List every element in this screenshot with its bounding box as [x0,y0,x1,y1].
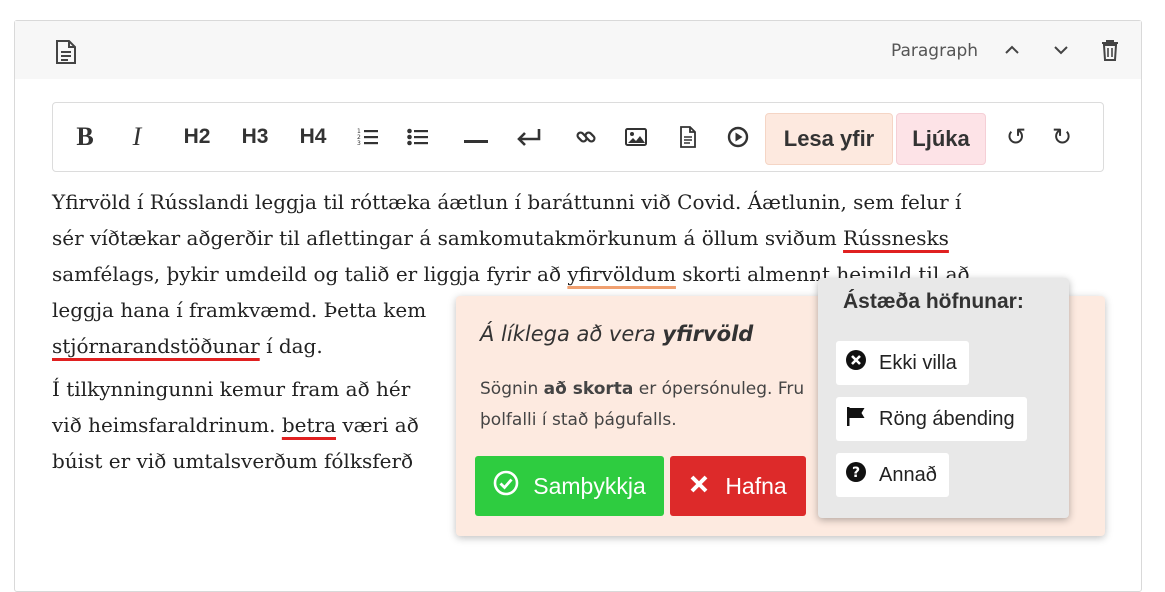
reason-label: Ekki villa [879,351,957,374]
suggestion-title: Á líklega að vera yfirvöld [480,322,754,346]
block-header: Paragraph [15,21,1141,79]
bold-button[interactable]: B [71,103,99,171]
accept-button[interactable]: Samþykkja [475,456,664,516]
reject-button[interactable]: Hafna [670,456,806,516]
question-circle-icon: ? [845,461,867,489]
reason-label: Röng ábending [879,407,1015,430]
undo-button[interactable]: ↺ [1003,103,1029,171]
spelling-error[interactable]: Rússnesks [843,226,949,250]
chevron-up-icon[interactable] [999,37,1025,63]
chevron-down-icon[interactable] [1048,37,1074,63]
svg-text:?: ? [852,465,860,481]
suggested-word: yfirvöld [662,322,754,346]
file-icon[interactable] [675,103,701,171]
line-break-icon[interactable] [515,103,543,171]
reason-wrong-hint[interactable]: Röng ábending [836,397,1027,441]
spelling-error[interactable]: betra [282,413,336,437]
grammar-suggestion-target[interactable]: yfirvöldum [567,262,676,286]
horizontal-rule-icon[interactable] [463,103,489,171]
flag-icon [845,405,867,433]
rejection-reasons-title: Ástæða höfnunar: [843,290,1024,313]
h3-button[interactable]: H3 [235,103,275,171]
reason-label: Annað [879,463,937,486]
proofread-button[interactable]: Lesa yfir [765,113,893,165]
svg-text:3: 3 [357,140,361,147]
accept-label: Samþykkja [533,472,646,499]
reason-not-error[interactable]: Ekki villa [836,341,969,385]
finish-button[interactable]: Ljúka [896,113,986,165]
video-icon[interactable] [725,103,751,171]
spelling-error[interactable]: stjórnarandstöðunar [52,334,260,358]
check-circle-icon [493,470,519,502]
rejection-reasons-menu: Ástæða höfnunar: Ekki villa Röng ábendin… [818,278,1069,518]
bullet-list-icon[interactable] [405,103,431,171]
editor-toolbar: B I H2 H3 H4 123 Lesa yfir Ljúka ↺ ↻ [52,102,1104,172]
h4-button[interactable]: H4 [293,103,333,171]
italic-button[interactable]: I [123,103,151,171]
ordered-list-icon[interactable]: 123 [355,103,381,171]
reject-label: Hafna [725,472,787,499]
x-circle-icon [845,349,867,377]
suggestion-message: Sögnin að skorta er ópersónuleg. Fru þol… [480,379,805,430]
block-type-label[interactable]: Paragraph [891,41,978,61]
document-icon [55,39,77,69]
reason-other[interactable]: ? Annað [836,453,949,497]
image-icon[interactable] [623,103,649,171]
close-icon [689,473,709,500]
trash-icon[interactable] [1097,37,1123,63]
link-icon[interactable] [573,103,599,171]
h2-button[interactable]: H2 [177,103,217,171]
redo-button[interactable]: ↻ [1049,103,1075,171]
